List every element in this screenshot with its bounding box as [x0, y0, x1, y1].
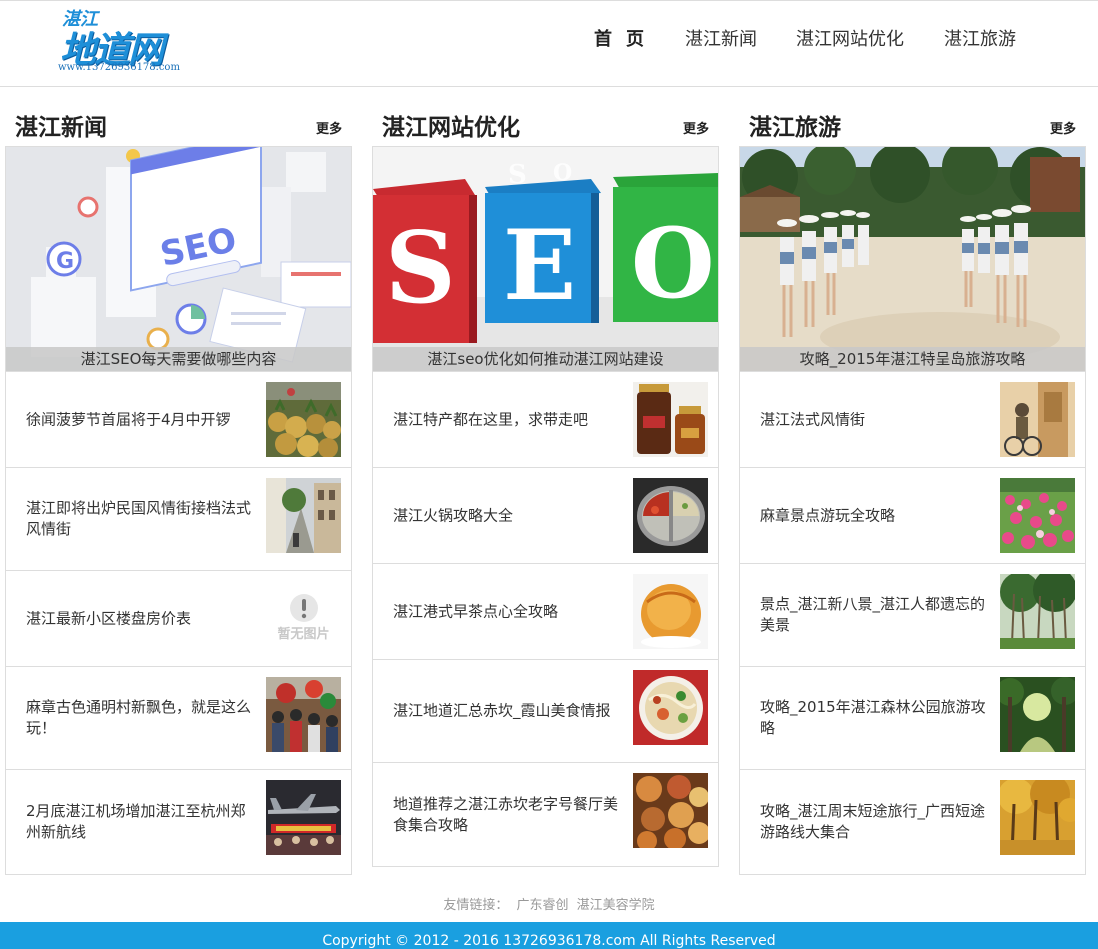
- friend-links: 友情链接： 广东睿创 湛江美容学院: [0, 894, 1098, 913]
- more-link[interactable]: 更多: [1050, 118, 1076, 137]
- island-tour-photo: [740, 147, 1085, 371]
- feature-caption: 湛江seo优化如何推动湛江网站建设: [373, 347, 718, 371]
- item-title: 湛江特产都在这里，求带走吧: [393, 410, 589, 428]
- item-title: 攻略_2015年湛江森林公园旅游攻略: [760, 698, 986, 737]
- pineapple-icon: [266, 382, 341, 457]
- site-logo[interactable]: 湛江 地道网 www.13726936178.com: [56, 5, 180, 75]
- forest-icon: [1000, 677, 1075, 752]
- article-list: 徐闻菠萝节首届将于4月中开锣 湛江即将出炉民国风情街接档法式风情街 湛江最新小区…: [5, 372, 352, 875]
- item-title: 湛江法式风情街: [760, 410, 866, 428]
- article-list: 湛江法式风情街 麻章景点游玩全攻略 景点_湛江新八景_湛江人都遗忘的美景 攻略_…: [739, 372, 1086, 875]
- item-title: 地道推荐之湛江赤坎老字号餐厅美食集合攻略: [393, 794, 619, 834]
- column-header: 湛江旅游 更多: [739, 108, 1086, 146]
- column-header: 湛江网站优化 更多: [372, 108, 719, 146]
- column-title: 湛江新闻: [15, 115, 107, 141]
- feature-card[interactable]: 攻略_2015年湛江特呈岛旅游攻略: [739, 146, 1086, 372]
- item-title: 湛江火锅攻略大全: [393, 506, 514, 524]
- more-link[interactable]: 更多: [683, 118, 709, 137]
- list-item[interactable]: 湛江火锅攻略大全: [373, 468, 718, 564]
- site-header: 湛江 地道网 www.13726936178.com 首页 湛江新闻 湛江网站优…: [0, 1, 1098, 87]
- item-title: 2月底湛江机场增加湛江至杭州郑州新航线: [26, 802, 246, 841]
- item-title: 攻略_湛江周末短途旅行_广西短途游路线大集合: [760, 802, 986, 841]
- list-item[interactable]: 湛江最新小区楼盘房价表 暂无图片: [6, 571, 351, 667]
- list-item[interactable]: 2月底湛江机场增加湛江至杭州郑州新航线: [6, 770, 351, 874]
- hotpot-icon: [633, 478, 708, 553]
- noodles-icon: [633, 670, 708, 745]
- more-link[interactable]: 更多: [316, 118, 342, 137]
- nav-home[interactable]: 首页: [594, 25, 658, 51]
- item-title: 湛江即将出炉民国风情街接档法式风情街: [26, 499, 252, 538]
- copyright-text: Copyright © 2012 - 2016 13726936178.com …: [322, 933, 776, 949]
- svg-text:S: S: [385, 211, 456, 326]
- svg-text:E: E: [503, 209, 576, 322]
- nav-seo[interactable]: 湛江网站优化: [796, 25, 904, 51]
- column-title: 湛江网站优化: [382, 115, 520, 141]
- column-header: 湛江新闻 更多: [5, 108, 352, 146]
- nav-news[interactable]: 湛江新闻: [685, 25, 757, 51]
- feature-caption: 攻略_2015年湛江特呈岛旅游攻略: [740, 347, 1085, 371]
- list-item[interactable]: 麻章景点游玩全攻略: [740, 468, 1085, 564]
- jars-icon: [633, 382, 708, 457]
- list-item[interactable]: 攻略_2015年湛江森林公园旅游攻略: [740, 667, 1085, 770]
- feature-card[interactable]: S E O S O 湛江seo优化如何推动湛江网站建设: [372, 146, 719, 372]
- svg-text:O: O: [553, 160, 572, 186]
- list-item[interactable]: 景点_湛江新八景_湛江人都遗忘的美景: [740, 564, 1085, 667]
- item-title: 麻章景点游玩全攻略: [760, 506, 896, 524]
- list-item[interactable]: 湛江特产都在这里，求带走吧: [373, 372, 718, 468]
- feature-card[interactable]: G SEO 湛江SEO每天需要做哪些内容: [5, 146, 352, 372]
- item-title: 湛江港式早茶点心全攻略: [393, 602, 559, 620]
- logo-url: www.13726936178.com: [58, 62, 180, 73]
- news-column: 湛江新闻 更多 G SEO 湛江SEO每天需要做哪些内容 徐闻菠萝节首届将于4月…: [5, 108, 352, 875]
- pastry-icon: [633, 574, 708, 649]
- parade-icon: [266, 677, 341, 752]
- list-item[interactable]: 湛江港式早茶点心全攻略: [373, 564, 718, 660]
- list-item[interactable]: 地道推荐之湛江赤坎老字号餐厅美食集合攻略: [373, 763, 718, 866]
- banyan-icon: [1000, 574, 1075, 649]
- autumn-trees-icon: [1000, 780, 1075, 855]
- airplane-icon: [266, 780, 341, 855]
- no-image-icon: 暂无图片: [266, 581, 341, 656]
- feature-caption: 湛江SEO每天需要做哪些内容: [6, 347, 351, 371]
- item-title: 麻章古色通明村新飘色，就是这么玩！: [26, 698, 252, 737]
- svg-text:O: O: [631, 207, 715, 320]
- list-item[interactable]: 麻章古色通明村新飘色，就是这么玩！: [6, 667, 351, 770]
- seo-column: 湛江网站优化 更多 S E O S O 湛江seo优化如何推动湛江网站建设 湛江…: [372, 108, 719, 867]
- friend-link-ruichuang[interactable]: 广东睿创: [516, 898, 568, 913]
- friend-links-label: 友情链接：: [443, 898, 509, 913]
- list-item[interactable]: 湛江即将出炉民国风情街接档法式风情街: [6, 468, 351, 571]
- article-list: 湛江特产都在这里，求带走吧 湛江火锅攻略大全 湛江港式早茶点心全攻略 湛江地道汇…: [372, 372, 719, 867]
- list-item[interactable]: 攻略_湛江周末短途旅行_广西短途游路线大集合: [740, 770, 1085, 874]
- no-image-label: 暂无图片: [277, 627, 330, 642]
- seo-illustration: G SEO: [6, 147, 351, 371]
- travel-column: 湛江旅游 更多 攻略_2015年湛江特呈岛旅游攻略 湛江法式风情街 麻章景点游玩…: [739, 108, 1086, 875]
- item-title: 湛江地道汇总赤坎_霞山美食情报: [393, 701, 611, 720]
- svg-text:G: G: [56, 249, 74, 274]
- item-title: 徐闻菠萝节首届将于4月中开锣: [26, 410, 231, 428]
- column-title: 湛江旅游: [749, 115, 841, 141]
- dishes-icon: [633, 773, 708, 848]
- item-title: 景点_湛江新八景_湛江人都遗忘的美景: [760, 595, 986, 634]
- svg-text:S: S: [508, 160, 527, 190]
- footer-bar: Copyright © 2012 - 2016 13726936178.com …: [0, 922, 1098, 949]
- nav-travel[interactable]: 湛江旅游: [944, 25, 1016, 51]
- list-item[interactable]: 湛江法式风情街: [740, 372, 1085, 468]
- friend-link-beauty-school[interactable]: 湛江美容学院: [577, 898, 655, 913]
- statue-icon: [1000, 382, 1075, 457]
- street-icon: [266, 478, 341, 553]
- list-item[interactable]: 湛江地道汇总赤坎_霞山美食情报: [373, 660, 718, 763]
- item-title: 湛江最新小区楼盘房价表: [26, 609, 192, 627]
- flowers-icon: [1000, 478, 1075, 553]
- seo-cubes-image: S E O S O: [373, 147, 718, 371]
- list-item[interactable]: 徐闻菠萝节首届将于4月中开锣: [6, 372, 351, 468]
